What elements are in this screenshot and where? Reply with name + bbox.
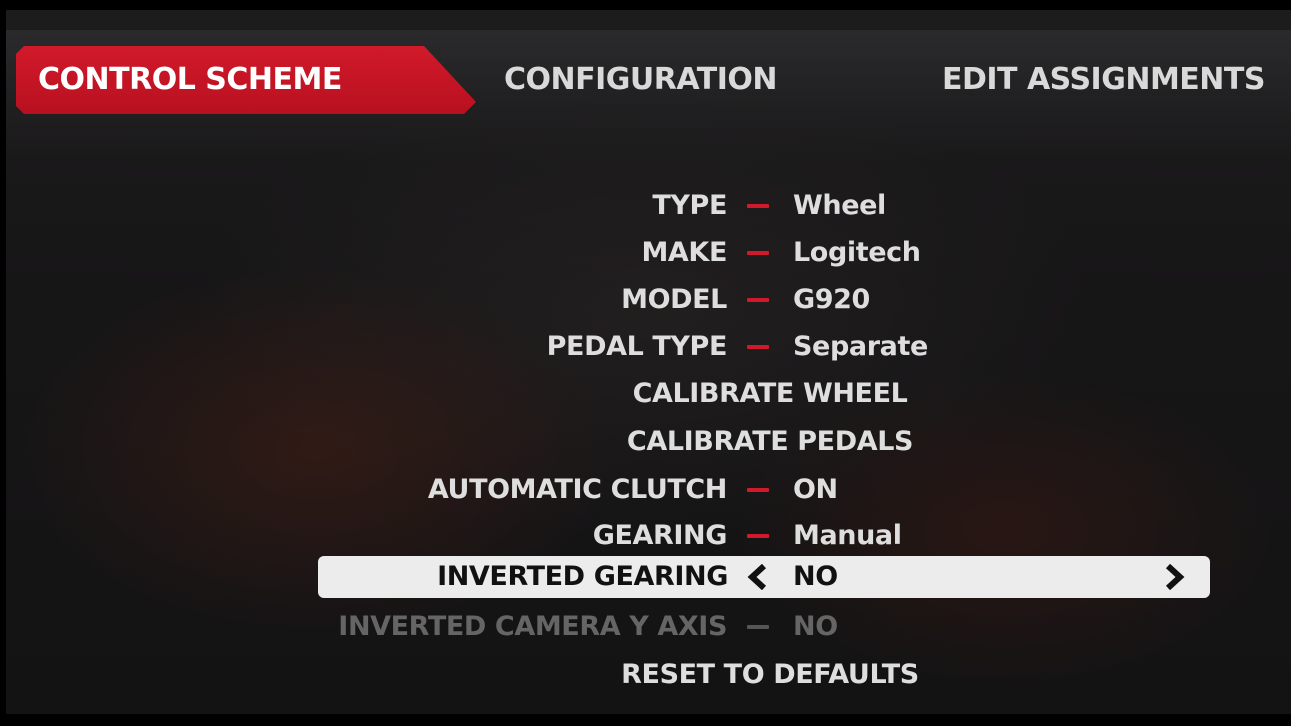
menu-item-inverted-camera-y-axis: INVERTED CAMERA Y AXIS NO	[6, 605, 1291, 649]
dash-icon	[747, 298, 769, 302]
menu-item-label: AUTOMATIC CLUTCH	[427, 474, 728, 505]
menu-item-label: RESET TO DEFAULTS	[621, 659, 919, 690]
menu-item-value: Separate	[793, 331, 928, 362]
game-settings-screen: CONTROL SCHEME CONFIGURATION EDIT ASSIGN…	[6, 10, 1291, 714]
menu-item-value: Wheel	[793, 190, 886, 221]
menu-item-label: MODEL	[621, 284, 727, 315]
chevron-right-icon[interactable]	[1160, 564, 1186, 590]
dash-icon	[747, 534, 769, 538]
menu-item-label: CALIBRATE PEDALS	[626, 426, 914, 457]
menu-item-value: NO	[793, 611, 838, 642]
menu-item-label: TYPE	[652, 190, 727, 221]
menu-item-label: INVERTED GEARING	[437, 561, 728, 592]
menu-item-pedal-type[interactable]: PEDAL TYPE Separate	[6, 325, 1291, 369]
tab-configuration[interactable]: CONFIGURATION	[504, 46, 778, 114]
menu-item-value: ON	[793, 474, 838, 505]
menu-item-make[interactable]: MAKE Logitech	[6, 231, 1291, 275]
menu-item-value: Logitech	[793, 237, 921, 268]
menu-item-type[interactable]: TYPE Wheel	[6, 184, 1291, 228]
menu-item-value: NO	[793, 561, 838, 592]
dash-icon	[747, 488, 769, 492]
menu-item-label: MAKE	[641, 237, 727, 268]
dash-icon	[747, 625, 769, 629]
menu-item-model[interactable]: MODEL G920	[6, 278, 1291, 322]
menu-item-value: Manual	[793, 520, 902, 551]
tab-control-scheme[interactable]: CONTROL SCHEME	[16, 46, 476, 114]
dash-icon	[747, 251, 769, 255]
menu-item-automatic-clutch[interactable]: AUTOMATIC CLUTCH ON	[6, 468, 1291, 512]
menu-item-label: GEARING	[592, 520, 728, 551]
dash-icon	[747, 345, 769, 349]
menu-item-value: G920	[793, 284, 870, 315]
chevron-left-icon[interactable]	[746, 564, 772, 590]
menu-item-reset-to-defaults[interactable]: RESET TO DEFAULTS	[6, 653, 1291, 697]
dash-icon	[747, 204, 769, 208]
menu-item-label: INVERTED CAMERA Y AXIS	[338, 611, 727, 642]
menu-item-label: PEDAL TYPE	[546, 331, 728, 362]
menu-item-calibrate-pedals[interactable]: CALIBRATE PEDALS	[6, 420, 1291, 464]
tab-edit-assignments[interactable]: EDIT ASSIGNMENTS	[942, 46, 1265, 114]
menu-item-inverted-gearing[interactable]: INVERTED GEARING NO	[318, 556, 1210, 598]
menu-item-label: CALIBRATE WHEEL	[632, 378, 908, 409]
menu-item-calibrate-wheel[interactable]: CALIBRATE WHEEL	[6, 372, 1291, 416]
menu-item-gearing[interactable]: GEARING Manual	[6, 514, 1291, 558]
